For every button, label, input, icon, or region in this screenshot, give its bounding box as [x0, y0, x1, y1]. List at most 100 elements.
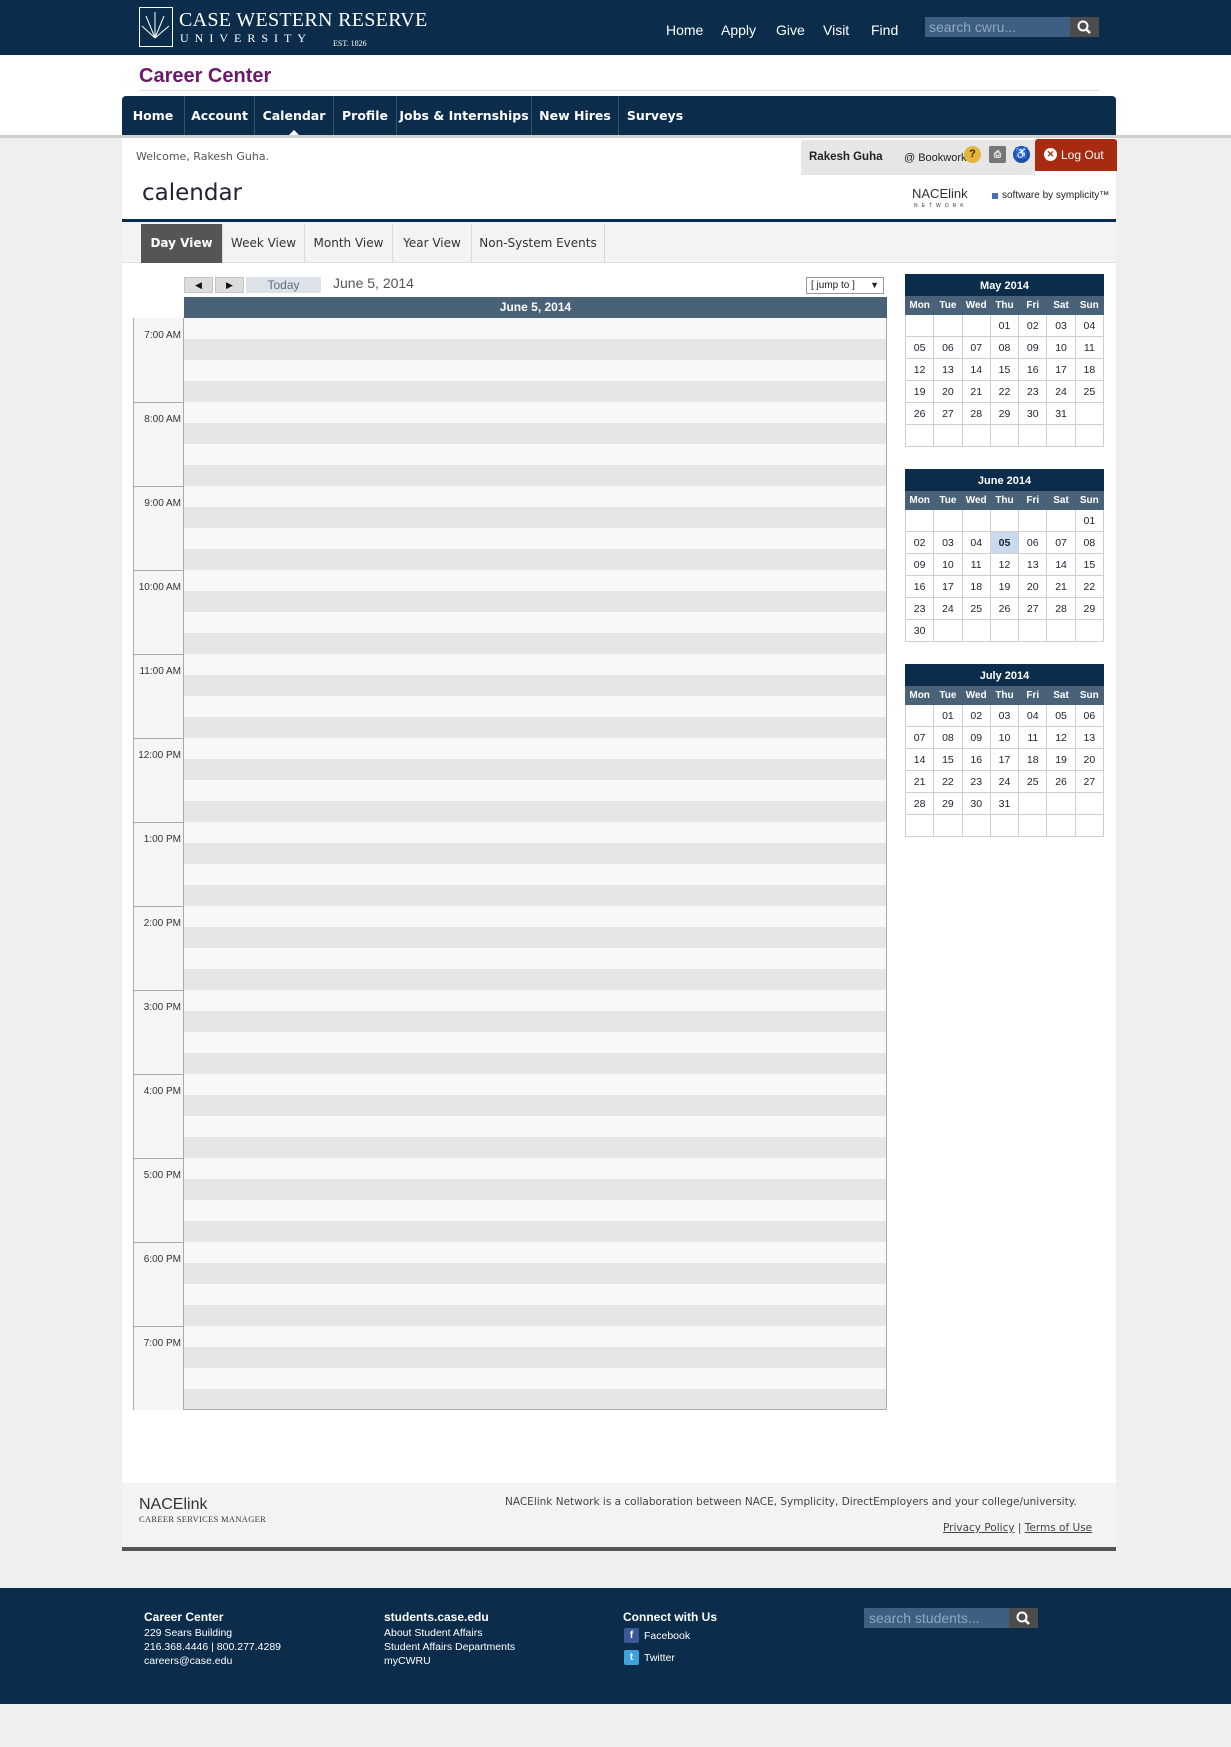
nav-profile[interactable]: Profile: [334, 96, 397, 135]
accessibility-icon[interactable]: ♿: [1013, 146, 1030, 163]
calendar-day[interactable]: 26: [989, 597, 1020, 620]
calendar-day[interactable]: 04: [1018, 704, 1048, 727]
calendar-day[interactable]: 06: [933, 336, 963, 359]
mini-calendar-title[interactable]: May 2014: [905, 274, 1104, 296]
calendar-day[interactable]: 14: [904, 748, 935, 771]
calendar-day[interactable]: 05: [1046, 704, 1076, 727]
calendar-day[interactable]: 18: [961, 575, 991, 598]
site-search-input[interactable]: search cwru...: [925, 17, 1070, 37]
calendar-day[interactable]: 08: [1074, 531, 1105, 554]
calendar-day[interactable]: 23: [1018, 380, 1048, 403]
calendar-day[interactable]: 30: [961, 792, 991, 815]
calendar-day[interactable]: 25: [961, 597, 991, 620]
site-search-button[interactable]: [1070, 17, 1099, 37]
calendar-day[interactable]: 05: [904, 336, 935, 359]
calendar-day[interactable]: 14: [1046, 553, 1076, 576]
nav-jobs-internships[interactable]: Jobs & Internships: [397, 96, 532, 135]
calendar-day[interactable]: 21: [904, 770, 935, 793]
calendar-day[interactable]: 03: [933, 531, 963, 554]
calendar-day[interactable]: 10: [933, 553, 963, 576]
footer-mycwru[interactable]: myCWRU: [384, 1655, 431, 1667]
calendar-day[interactable]: 16: [961, 748, 991, 771]
calendar-day[interactable]: 04: [1074, 314, 1105, 337]
top-nav-home[interactable]: Home: [666, 22, 703, 38]
calendar-day[interactable]: 11: [1074, 336, 1105, 359]
calendar-day[interactable]: 01: [989, 314, 1020, 337]
career-center-title[interactable]: Career Center: [139, 65, 271, 88]
footer-about-student-affairs[interactable]: About Student Affairs: [384, 1627, 482, 1639]
top-nav-give[interactable]: Give: [776, 22, 805, 38]
university-logo[interactable]: CASE WESTERN RESERVE UNIVERSITY EST. 182…: [139, 7, 427, 49]
calendar-day[interactable]: 30: [1018, 402, 1048, 425]
nav-new-hires[interactable]: New Hires: [532, 96, 619, 135]
calendar-day[interactable]: 29: [1074, 597, 1105, 620]
tab-week-view[interactable]: Week View: [223, 224, 305, 263]
calendar-day[interactable]: 16: [904, 575, 935, 598]
day-grid[interactable]: [184, 318, 887, 1410]
nav-surveys[interactable]: Surveys: [619, 96, 691, 135]
calendar-day[interactable]: 02: [961, 704, 991, 727]
calendar-day[interactable]: 06: [1074, 704, 1105, 727]
calendar-day[interactable]: 10: [989, 726, 1020, 749]
calendar-day[interactable]: 19: [1046, 748, 1076, 771]
calendar-day[interactable]: 28: [904, 792, 935, 815]
calendar-day[interactable]: 20: [933, 380, 963, 403]
calendar-day[interactable]: 22: [989, 380, 1020, 403]
footer-twitter-link[interactable]: Twitter: [644, 1652, 675, 1664]
privacy-policy-link[interactable]: Privacy Policy: [943, 1522, 1015, 1534]
calendar-day[interactable]: 25: [1018, 770, 1048, 793]
calendar-day[interactable]: 13: [1074, 726, 1105, 749]
calendar-day[interactable]: 21: [1046, 575, 1076, 598]
calendar-day[interactable]: 01: [933, 704, 963, 727]
calendar-day[interactable]: 07: [1046, 531, 1076, 554]
calendar-day[interactable]: 26: [1046, 770, 1076, 793]
next-day-button[interactable]: ▶: [215, 277, 244, 293]
calendar-day[interactable]: 29: [933, 792, 963, 815]
footer-students-title[interactable]: students.case.edu: [384, 1610, 489, 1624]
calendar-day[interactable]: 18: [1074, 358, 1105, 381]
calendar-day[interactable]: 28: [961, 402, 991, 425]
calendar-day[interactable]: 09: [904, 553, 935, 576]
calendar-day[interactable]: 06: [1018, 531, 1048, 554]
calendar-day[interactable]: 31: [1046, 402, 1076, 425]
footer-email[interactable]: careers@case.edu: [144, 1655, 232, 1667]
top-nav-find[interactable]: Find: [871, 22, 898, 38]
calendar-day[interactable]: 14: [961, 358, 991, 381]
mini-calendar-title[interactable]: July 2014: [905, 664, 1104, 686]
calendar-day[interactable]: 17: [989, 748, 1020, 771]
nav-calendar[interactable]: Calendar: [255, 96, 334, 135]
calendar-day[interactable]: 09: [1018, 336, 1048, 359]
calendar-day[interactable]: 30: [904, 619, 935, 642]
calendar-day[interactable]: 15: [1074, 553, 1105, 576]
footer-facebook-link[interactable]: Facebook: [644, 1630, 690, 1642]
calendar-day[interactable]: 17: [933, 575, 963, 598]
top-nav-apply[interactable]: Apply: [721, 22, 756, 38]
calendar-day[interactable]: 15: [933, 748, 963, 771]
tab-month-view[interactable]: Month View: [305, 224, 393, 263]
previous-day-button[interactable]: ◀: [184, 277, 213, 293]
print-icon[interactable]: ⎙: [989, 146, 1006, 163]
calendar-day[interactable]: 08: [989, 336, 1020, 359]
twitter-icon[interactable]: t: [624, 1650, 639, 1665]
calendar-day[interactable]: 09: [961, 726, 991, 749]
calendar-day[interactable]: 10: [1046, 336, 1076, 359]
calendar-day[interactable]: 15: [989, 358, 1020, 381]
calendar-day[interactable]: 19: [989, 575, 1020, 598]
calendar-day[interactable]: 27: [933, 402, 963, 425]
calendar-day[interactable]: 12: [904, 358, 935, 381]
calendar-day[interactable]: 31: [989, 792, 1020, 815]
calendar-day[interactable]: 11: [1018, 726, 1048, 749]
top-nav-visit[interactable]: Visit: [823, 22, 849, 38]
calendar-day[interactable]: 22: [1074, 575, 1105, 598]
calendar-day[interactable]: 24: [1046, 380, 1076, 403]
calendar-day[interactable]: 25: [1074, 380, 1105, 403]
footer-search-button[interactable]: [1009, 1608, 1038, 1628]
calendar-day[interactable]: 04: [961, 531, 991, 554]
calendar-day[interactable]: 27: [1018, 597, 1048, 620]
help-icon[interactable]: ?: [964, 146, 981, 163]
calendar-day[interactable]: 22: [933, 770, 963, 793]
calendar-day[interactable]: 13: [933, 358, 963, 381]
terms-of-use-link[interactable]: Terms of Use: [1025, 1522, 1092, 1534]
today-button[interactable]: Today: [246, 277, 321, 293]
calendar-day[interactable]: 23: [961, 770, 991, 793]
